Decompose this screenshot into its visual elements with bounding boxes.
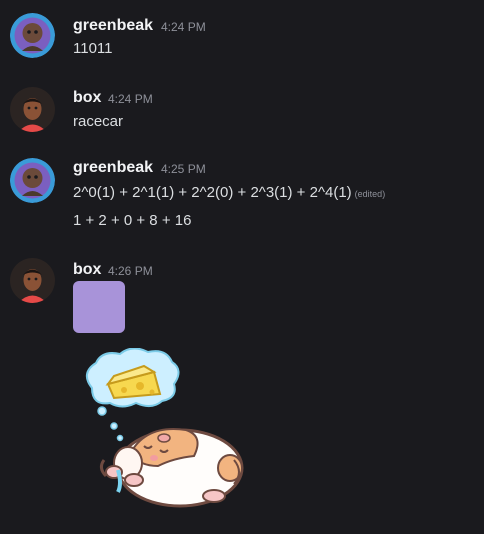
sleeping-hamster-dreaming-of-cheese-sticker[interactable]	[74, 348, 250, 512]
message-author[interactable]: greenbeak	[73, 16, 153, 36]
message-author[interactable]: box	[73, 260, 101, 280]
message-author[interactable]: greenbeak	[73, 158, 153, 178]
message-timestamp: 4:25 PM	[161, 162, 206, 176]
message-timestamp: 4:24 PM	[161, 20, 206, 34]
message-text: 2^0(1) + 2^1(1) + 2^2(0) + 2^3(1) + 2^4(…	[73, 183, 385, 204]
message-text: 11011	[73, 40, 113, 57]
edited-label: (edited)	[354, 189, 386, 199]
greenbeak-avatar-icon[interactable]	[10, 13, 55, 58]
color-swatch-attachment[interactable]	[73, 281, 125, 333]
message-text-line: 2^0(1) + 2^1(1) + 2^2(0) + 2^3(1) + 2^4(…	[73, 184, 352, 201]
box-avatar-icon[interactable]	[10, 87, 55, 132]
message-text: racecar	[73, 113, 124, 130]
message-timestamp: 4:24 PM	[108, 92, 153, 106]
box-avatar-icon[interactable]	[10, 258, 55, 303]
message-timestamp: 4:26 PM	[108, 264, 153, 278]
chat-message-list: greenbeak 4:24 PM 11011 box 4:24 PM race…	[0, 0, 484, 534]
hamster-icon	[99, 428, 244, 508]
greenbeak-avatar-icon[interactable]	[10, 158, 55, 203]
message-author[interactable]: box	[73, 88, 101, 108]
message-text: 1 + 2 + 0 + 8 + 16	[73, 212, 192, 229]
